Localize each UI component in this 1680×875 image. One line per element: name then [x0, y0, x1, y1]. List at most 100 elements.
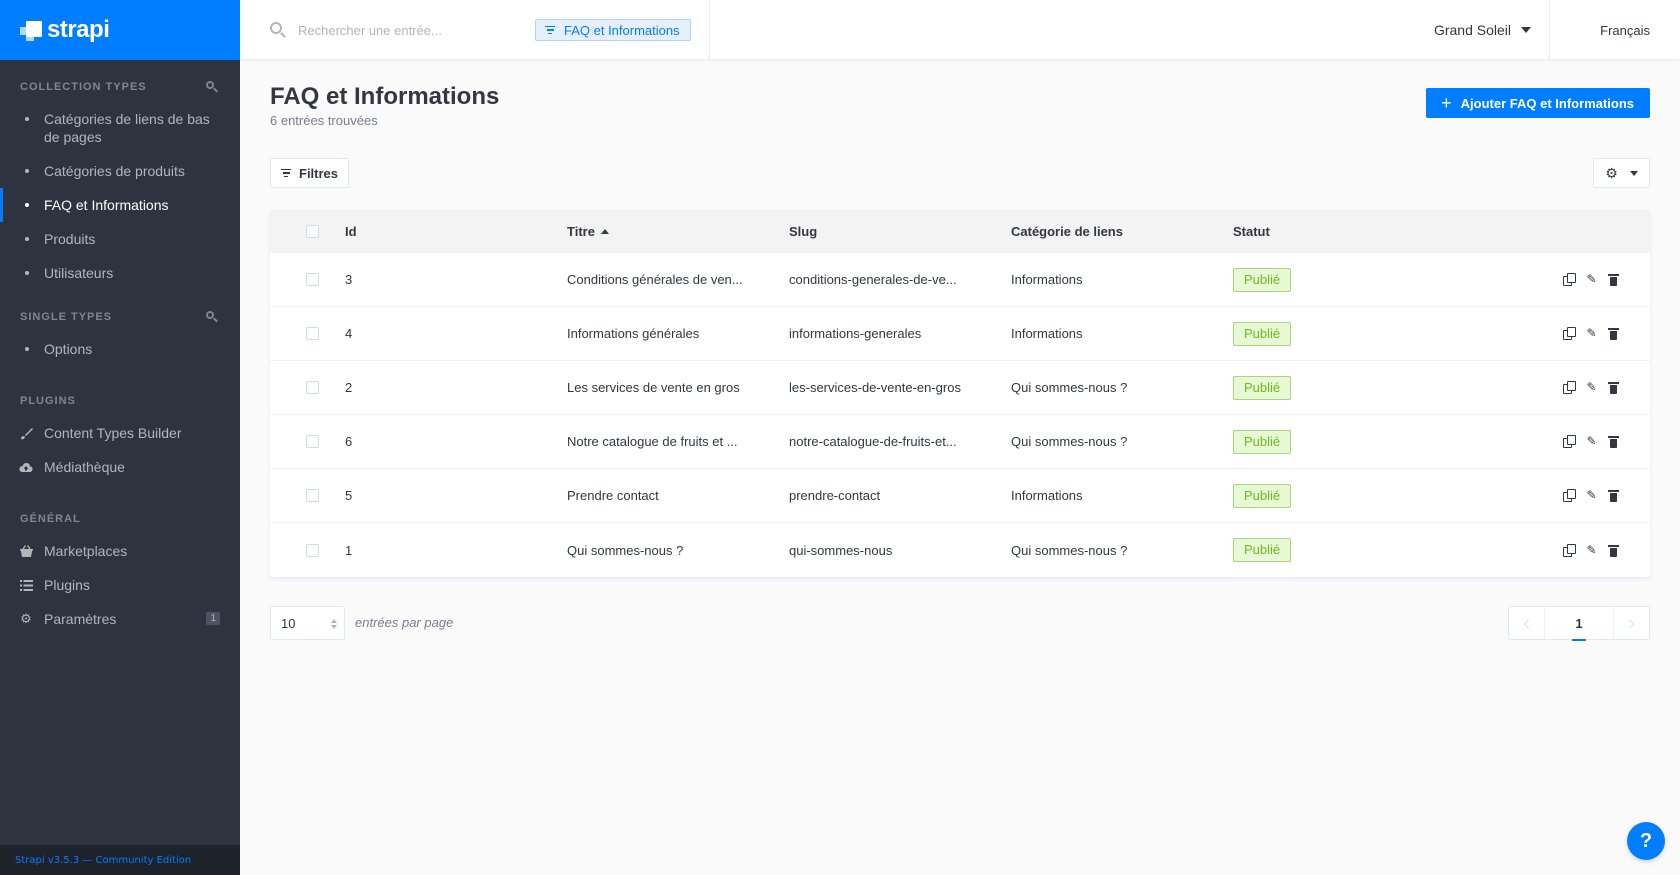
row-checkbox[interactable] — [306, 489, 319, 502]
sidebar-item-products[interactable]: Produits — [0, 222, 240, 256]
content-type-filter-tag[interactable]: FAQ et Informations — [535, 19, 691, 41]
row-checkbox[interactable] — [306, 435, 319, 448]
chevron-left-icon[interactable]: ‹ — [1509, 607, 1545, 639]
chevron-right-icon[interactable]: › — [1613, 607, 1649, 639]
sidebar-item-marketplaces[interactable]: Marketplaces — [0, 534, 240, 568]
sidebar-item-media-library[interactable]: Médiathèque — [0, 450, 240, 484]
cell-id: 5 — [345, 488, 353, 503]
brand-header[interactable]: strapi — [0, 0, 240, 60]
sidebar-item-label: Médiathèque — [44, 459, 125, 475]
sidebar-section-title: COLLECTION TYPES — [20, 81, 147, 93]
filters-button[interactable]: Filtres — [270, 158, 350, 188]
duplicate-icon[interactable] — [1563, 327, 1576, 340]
user-menu[interactable]: Grand Soleil — [1434, 0, 1550, 60]
row-checkbox[interactable] — [306, 327, 319, 340]
cell-category: Qui sommes-nous ? — [1011, 380, 1128, 395]
edit-pencil-icon[interactable]: ✎ — [1585, 381, 1598, 394]
column-header-category[interactable]: Catégorie de liens — [1011, 224, 1233, 239]
search-bar: FAQ et Informations — [240, 0, 710, 60]
cell-id: 1 — [345, 542, 353, 558]
sidebar-section-header: COLLECTION TYPES — [0, 76, 240, 98]
column-header-title[interactable]: Titre — [567, 224, 789, 239]
row-checkbox[interactable] — [306, 543, 319, 557]
edit-pencil-icon[interactable]: ✎ — [1585, 489, 1598, 502]
status-badge: Publié — [1233, 429, 1292, 454]
trash-icon[interactable] — [1607, 435, 1620, 448]
sidebar-item-content-types-builder[interactable]: Content Types Builder — [0, 416, 240, 450]
cell-title: Qui sommes-nous ? — [567, 542, 684, 558]
trash-icon[interactable] — [1607, 381, 1620, 394]
table-row[interactable]: 1 Qui sommes-nous ? qui-sommes-nous Qui … — [270, 523, 1650, 577]
table-row[interactable]: 2 Les services de vente en gros les-serv… — [270, 361, 1650, 415]
sidebar-section-general: GÉNÉRAL Marketplaces Plugins ⚙ Paramètre… — [0, 484, 240, 636]
row-checkbox[interactable] — [306, 273, 319, 286]
filter-icon — [544, 25, 556, 35]
search-input[interactable] — [298, 22, 528, 38]
gear-icon: ⚙ — [20, 611, 32, 626]
cell-title: Prendre contact — [567, 488, 659, 503]
duplicate-icon[interactable] — [1563, 273, 1576, 286]
sidebar-item-users[interactable]: Utilisateurs — [0, 256, 240, 290]
trash-icon[interactable] — [1607, 489, 1620, 502]
strapi-logo[interactable]: strapi — [20, 16, 110, 44]
column-header-status[interactable]: Statut — [1233, 224, 1483, 239]
add-entry-label: Ajouter FAQ et Informations — [1460, 95, 1634, 111]
cell-slug: qui-sommes-nous — [789, 542, 893, 558]
paint-brush-icon — [19, 426, 33, 440]
help-button[interactable]: ? — [1627, 822, 1665, 860]
sidebar-item-settings[interactable]: ⚙ Paramètres 1 — [0, 602, 240, 636]
sidebar-section-header: SINGLE TYPES — [0, 306, 240, 328]
edit-pencil-icon[interactable]: ✎ — [1585, 327, 1598, 340]
table-row[interactable]: 6 Notre catalogue de fruits et ... notre… — [270, 415, 1650, 469]
cloud-upload-icon — [19, 460, 33, 474]
sidebar-item-plugins[interactable]: Plugins — [0, 568, 240, 602]
sidebar-item-faq[interactable]: FAQ et Informations — [0, 188, 240, 222]
table-row[interactable]: 3 Conditions générales de ven... conditi… — [270, 253, 1650, 307]
filter-icon — [281, 168, 291, 178]
trash-icon[interactable] — [1607, 273, 1620, 286]
search-icon — [270, 22, 286, 38]
column-header-id[interactable]: Id — [345, 224, 567, 239]
duplicate-icon[interactable] — [1563, 381, 1576, 394]
trash-icon[interactable] — [1607, 544, 1620, 557]
duplicate-icon[interactable] — [1563, 435, 1576, 448]
filter-tag-label: FAQ et Informations — [564, 22, 680, 38]
plus-icon: + — [1441, 93, 1452, 113]
trash-icon[interactable] — [1607, 327, 1620, 340]
current-page[interactable]: 1 — [1545, 616, 1613, 641]
row-checkbox[interactable] — [306, 381, 319, 394]
table-row[interactable]: 4 Informations générales informations-ge… — [270, 307, 1650, 361]
select-all-checkbox[interactable] — [306, 225, 319, 238]
search-icon[interactable] — [206, 311, 218, 323]
sidebar-section-title: GÉNÉRAL — [20, 513, 81, 525]
column-header-title-label: Titre — [567, 224, 595, 239]
column-header-slug[interactable]: Slug — [789, 224, 1011, 239]
duplicate-icon[interactable] — [1563, 489, 1576, 502]
language-switcher[interactable]: Français — [1600, 0, 1650, 60]
sidebar-item-label: Content Types Builder — [44, 425, 182, 441]
cell-title: Conditions générales de ven... — [567, 272, 743, 287]
sidebar-item-product-categories[interactable]: Catégories de produits — [0, 154, 240, 188]
sidebar-item-label: Plugins — [44, 577, 90, 593]
list-settings-button[interactable]: ⚙ — [1593, 158, 1650, 188]
cell-id: 6 — [345, 434, 353, 449]
cell-category: Qui sommes-nous ? — [1011, 434, 1128, 449]
status-badge: Publié — [1233, 538, 1292, 562]
search-icon[interactable] — [206, 81, 218, 93]
edit-pencil-icon[interactable]: ✎ — [1585, 273, 1598, 286]
edit-pencil-icon[interactable]: ✎ — [1585, 543, 1598, 557]
sidebar-item-label: Produits — [44, 231, 96, 247]
sidebar-item-options[interactable]: Options — [0, 332, 240, 366]
table-row[interactable]: 5 Prendre contact prendre-contact Inform… — [270, 469, 1650, 523]
add-entry-button[interactable]: + Ajouter FAQ et Informations — [1426, 88, 1650, 118]
strapi-logo-icon — [20, 19, 42, 41]
list-toolbar: Filtres ⚙ — [270, 158, 1650, 188]
edit-pencil-icon[interactable]: ✎ — [1585, 435, 1598, 448]
duplicate-icon[interactable] — [1563, 543, 1576, 557]
sidebar-item-label: FAQ et Informations — [44, 197, 169, 213]
sidebar-item-footer-link-categories[interactable]: Catégories de liens de bas de pages — [0, 102, 240, 154]
sidebar-section-plugins: PLUGINS Content Types Builder Médiathèqu… — [0, 366, 240, 484]
per-page-select[interactable]: 10 — [270, 606, 345, 640]
cell-title: Informations générales — [567, 326, 700, 341]
bullet-icon — [25, 203, 29, 207]
